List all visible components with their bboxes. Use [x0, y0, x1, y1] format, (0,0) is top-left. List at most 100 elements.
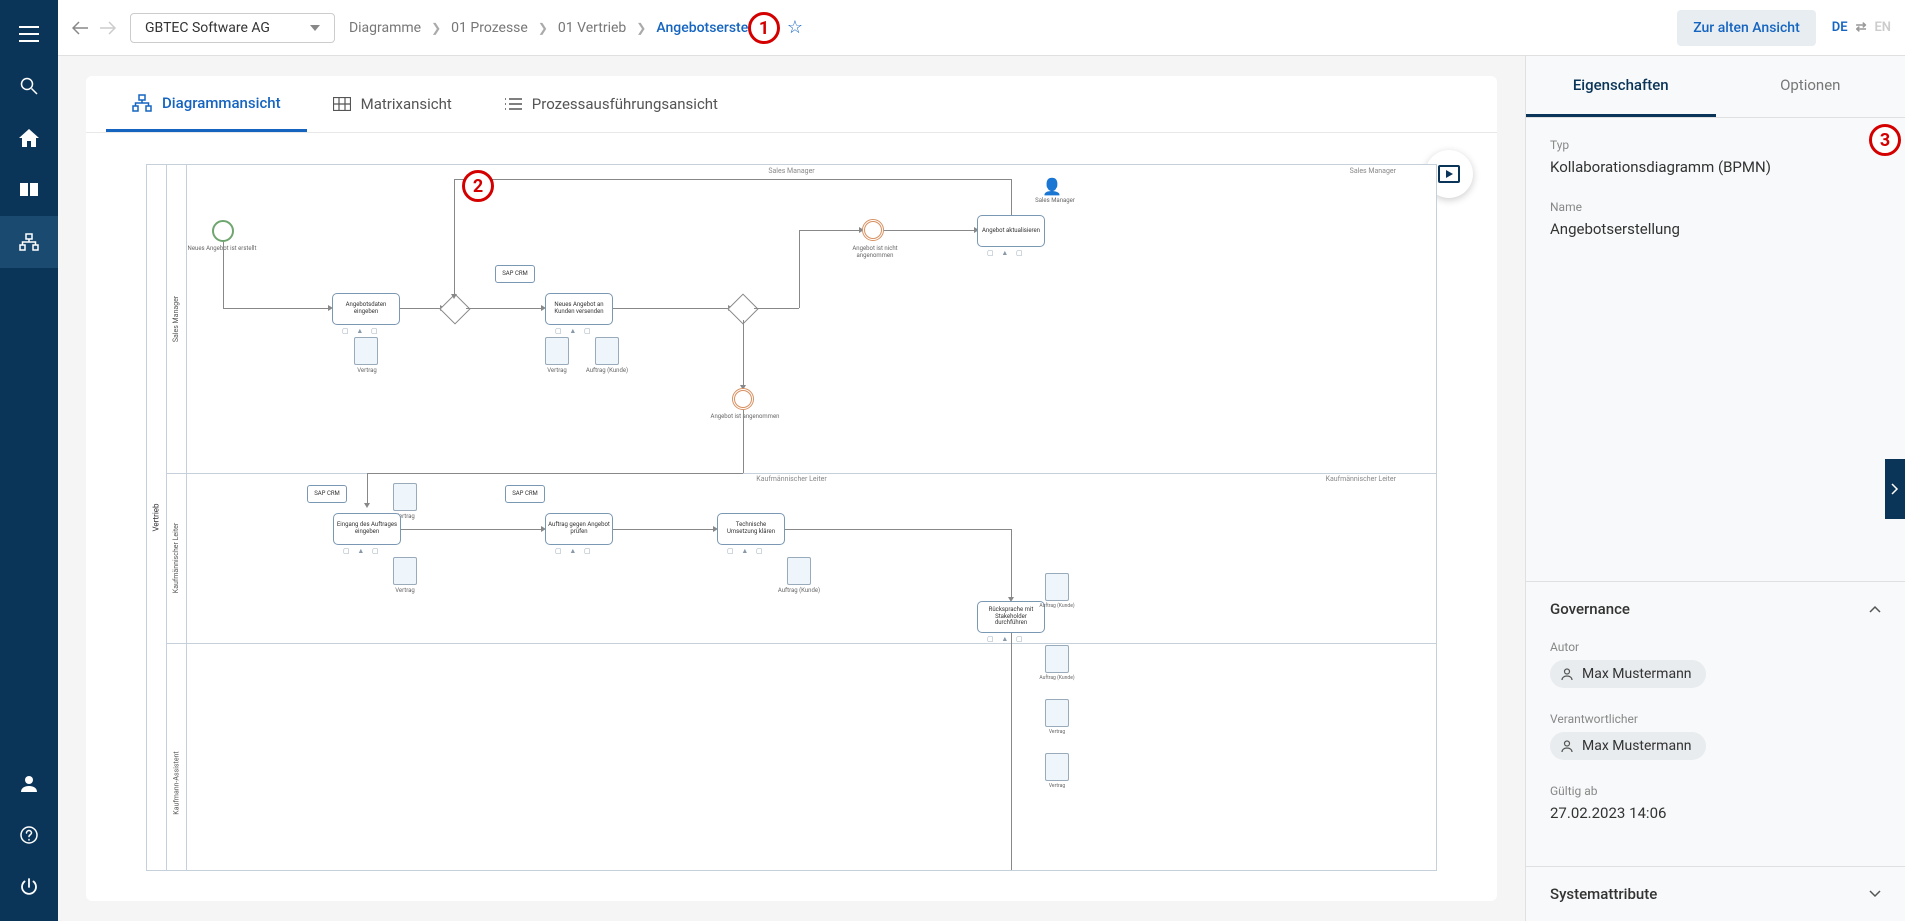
play-rect-icon [1438, 165, 1460, 183]
nav-search[interactable] [0, 60, 58, 112]
author-pill[interactable]: Max Mustermann [1550, 660, 1706, 688]
system-sapcrm-2[interactable]: SAP CRM [307, 485, 347, 503]
bpmn-start-event[interactable] [212, 220, 234, 242]
doc-auftrag-3[interactable] [1045, 573, 1069, 601]
breadcrumb-root[interactable]: Diagramme [349, 20, 421, 36]
accordion-sysattr-header[interactable]: Systemattribute [1526, 867, 1905, 921]
breadcrumb-1[interactable]: 01 Prozesse [451, 20, 528, 36]
nav-logout[interactable] [0, 861, 58, 913]
chevron-down-icon [1869, 890, 1881, 898]
view-tabs: Diagrammansicht Matrixansicht Prozessaus… [86, 76, 1497, 133]
power-icon [20, 878, 38, 896]
tab-label: Diagrammansicht [162, 94, 281, 112]
lane-1-title-top: Sales Manager [768, 167, 814, 175]
doc-vertrag-2[interactable] [545, 337, 569, 365]
doc-vertrag-3[interactable] [393, 483, 417, 511]
tab-properties[interactable]: Eigenschaften [1526, 56, 1716, 117]
nav-forward[interactable] [100, 21, 116, 35]
old-view-button[interactable]: Zur alten Ansicht [1677, 10, 1816, 46]
task-eingang[interactable]: Eingang des Auftrages eingeben [333, 513, 401, 545]
breadcrumb-2[interactable]: 01 Vertrieb [558, 20, 626, 36]
task-neues-angebot[interactable]: Neues Angebot an Kunden versenden [545, 293, 613, 325]
tenant-name: GBTEC Software AG [145, 20, 270, 36]
system-sapcrm-3[interactable]: SAP CRM [505, 485, 545, 503]
doc-auftrag-1[interactable] [595, 337, 619, 365]
doc-auftrag-2[interactable] [787, 557, 811, 585]
chevron-up-icon [1869, 605, 1881, 613]
lang-de[interactable]: DE [1832, 20, 1848, 35]
home-icon [19, 129, 39, 147]
doc-stack-3[interactable] [1045, 753, 1069, 781]
nav-catalog[interactable] [0, 164, 58, 216]
lane-1-title-right: Sales Manager [1350, 167, 1396, 175]
accordion-governance-header[interactable]: Governance [1526, 582, 1905, 636]
system-sapcrm-1[interactable]: SAP CRM [495, 265, 535, 283]
chevron-right-icon: ❯ [636, 21, 646, 35]
bpmn-diagram[interactable]: Vertrieb Sales Manager Kaufmännischer Le… [146, 164, 1437, 871]
center-panel: Diagrammansicht Matrixansicht Prozessaus… [58, 56, 1525, 921]
callout-2: 2 [462, 170, 494, 202]
person-name: Max Mustermann [1582, 666, 1692, 682]
doc-label: Auftrag (Kunde) [1017, 603, 1097, 609]
tab-label: Matrixansicht [361, 95, 452, 113]
chevron-right-icon: ❯ [538, 21, 548, 35]
event-accepted[interactable] [732, 388, 754, 410]
grid-icon [333, 97, 351, 111]
nav-help[interactable] [0, 809, 58, 861]
doc-stack-2[interactable] [1045, 699, 1069, 727]
pool-label: Vertrieb [147, 165, 167, 870]
lane-3-label: Kaufmann-Assistent [167, 643, 187, 871]
task-technisch[interactable]: Technische Umsetzung klären [717, 513, 785, 545]
panel-collapse-handle[interactable] [1885, 459, 1905, 519]
nav-diagrams[interactable] [0, 216, 58, 268]
menu-toggle[interactable] [0, 8, 58, 60]
person-icon [1560, 739, 1574, 753]
accordion-title: Governance [1550, 600, 1630, 618]
user-label: Sales Manager [1015, 197, 1095, 204]
topbar: GBTEC Software AG Diagramme ❯ 01 Prozess… [58, 0, 1905, 56]
tab-exec-view[interactable]: Prozessausführungsansicht [478, 76, 744, 132]
prop-valid-from-label: Gültig ab [1550, 784, 1881, 798]
nav-home[interactable] [0, 112, 58, 164]
person-icon [1560, 667, 1574, 681]
tab-matrix-view[interactable]: Matrixansicht [307, 76, 478, 132]
doc-label: Auftrag (Kunde) [759, 587, 839, 594]
swap-icon[interactable]: ⇄ [1856, 20, 1867, 35]
doc-stack-1[interactable] [1045, 645, 1069, 673]
book-icon [19, 182, 39, 198]
tab-diagram-view[interactable]: Diagrammansicht [106, 76, 307, 132]
tab-options[interactable]: Optionen [1716, 56, 1905, 117]
lane-1-label: Sales Manager [167, 165, 187, 473]
task-icons: ▢ ▲ ▢ [987, 635, 1026, 643]
list-icon [504, 97, 522, 111]
responsible-pill[interactable]: Max Mustermann [1550, 732, 1706, 760]
doc-label: Vertrag [1017, 783, 1097, 789]
task-angebotsdaten[interactable]: Angebotsdaten eingeben [332, 293, 400, 325]
doc-vertrag-4[interactable] [393, 557, 417, 585]
lane-divider-1 [167, 473, 1436, 474]
tenant-selector[interactable]: GBTEC Software AG [130, 13, 335, 43]
task-aktualisieren[interactable]: Angebot aktualisieren [977, 215, 1045, 247]
task-icons: ▢ ▲ ▢ [555, 547, 594, 555]
user-icon [20, 774, 38, 792]
search-icon [20, 77, 38, 95]
arrow-right-icon [100, 21, 116, 35]
doc-vertrag-1[interactable] [354, 337, 378, 365]
lane-2-title-top: Kaufmännischer Leiter [756, 475, 826, 483]
prop-author-label: Autor [1550, 640, 1881, 654]
prop-name-label: Name [1550, 200, 1881, 214]
prop-valid-from-value: 27.02.2023 14:06 [1550, 804, 1881, 822]
arrow-left-icon [72, 21, 88, 35]
task-pruefen[interactable]: Auftrag gegen Angebot prüfen [545, 513, 613, 545]
person-name: Max Mustermann [1582, 738, 1692, 754]
lane-2-title-right: Kaufmännischer Leiter [1326, 475, 1396, 483]
task-icons: ▢ ▲ ▢ [987, 249, 1026, 257]
favorite-star-icon[interactable]: ☆ [787, 17, 803, 38]
event-not-accepted[interactable] [862, 219, 884, 241]
lang-en[interactable]: EN [1874, 20, 1891, 35]
doc-label: Auftrag (Kunde) [567, 367, 647, 374]
event-label: Angebot ist nicht angenommen [835, 245, 915, 259]
left-sidebar [0, 0, 58, 921]
nav-back[interactable] [72, 21, 88, 35]
nav-user[interactable] [0, 757, 58, 809]
